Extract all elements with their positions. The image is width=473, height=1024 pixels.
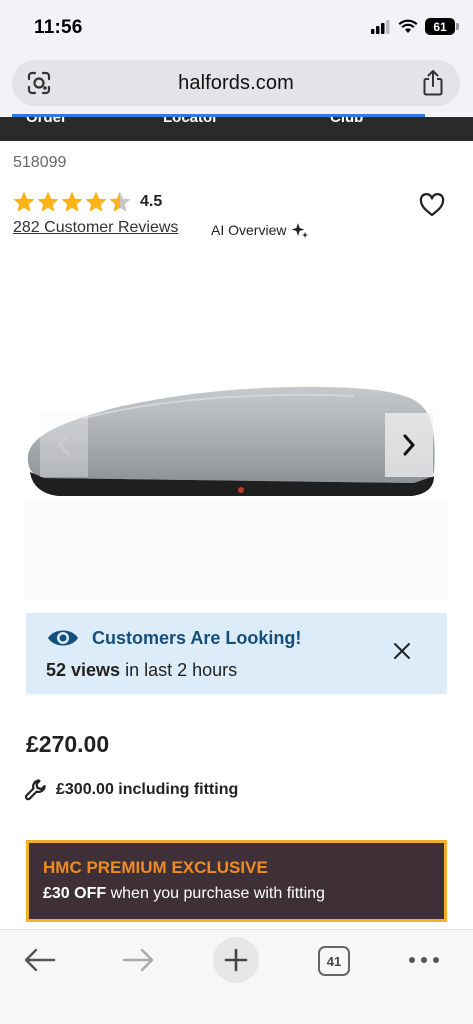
url-text[interactable]: halfords.com — [178, 72, 294, 95]
browser-toolbar: 41 — [0, 929, 473, 1024]
rating-value: 4.5 — [140, 193, 163, 210]
more-icon — [409, 957, 439, 963]
product-price: £270.00 — [26, 731, 110, 757]
promo-discount: £30 OFF — [43, 885, 107, 902]
close-icon[interactable] — [393, 642, 411, 660]
star-icon — [13, 191, 35, 212]
site-nav-item-order[interactable]: Order — [26, 117, 67, 126]
site-nav-item-locator[interactable]: Locator — [163, 117, 218, 126]
more-menu-button[interactable] — [404, 940, 444, 980]
address-bar[interactable]: halfords.com — [12, 60, 460, 106]
back-arrow-icon — [24, 948, 56, 972]
product-image[interactable] — [24, 360, 448, 600]
product-sku: 518099 — [13, 154, 67, 171]
battery-indicator: 61 — [425, 18, 459, 35]
signal-icon — [371, 19, 390, 34]
lens-icon[interactable] — [26, 71, 52, 95]
share-icon[interactable] — [422, 69, 444, 96]
status-time: 11:56 — [34, 17, 83, 38]
premium-promo-banner[interactable]: HMC PREMIUM EXCLUSIVE £30 OFF when you p… — [26, 840, 447, 922]
carousel-prev-button[interactable] — [40, 413, 88, 477]
chevron-right-icon — [403, 434, 415, 456]
star-icon — [85, 191, 107, 212]
chevron-left-icon — [58, 434, 70, 456]
plus-icon — [224, 948, 248, 972]
reviews-link[interactable]: 282 Customer Reviews — [13, 219, 178, 237]
forward-arrow-icon — [122, 948, 154, 972]
star-icon — [61, 191, 83, 212]
ai-overview-label: AI Overview — [211, 222, 287, 238]
ai-overview-button[interactable]: AI Overview — [211, 221, 310, 239]
sparkle-icon — [291, 223, 309, 238]
heart-icon[interactable] — [419, 193, 445, 217]
views-count: 52 views — [46, 660, 121, 680]
forward-button[interactable] — [118, 940, 158, 980]
tabs-button[interactable]: 41 — [318, 946, 350, 976]
promo-description: £30 OFF when you purchase with fitting — [43, 885, 325, 903]
rating-stars: 4.5 — [12, 190, 162, 214]
status-icons: 61 — [371, 18, 459, 35]
promo-title: HMC PREMIUM EXCLUSIVE — [43, 858, 268, 877]
star-icon — [37, 191, 59, 212]
fitting-price: £300.00 including fitting — [56, 781, 239, 798]
site-nav: Order Locator Club — [0, 117, 473, 141]
customers-looking-banner: Customers Are Looking! 52 views in last … — [26, 613, 447, 694]
carousel-next-button[interactable] — [385, 413, 433, 477]
back-button[interactable] — [20, 940, 60, 980]
status-bar: 11:56 61 — [0, 0, 473, 56]
fitting-price-row: £300.00 including fitting — [24, 778, 238, 802]
wrench-icon — [24, 779, 46, 801]
views-suffix: in last 2 hours — [120, 660, 238, 680]
browser-top-bar: halfords.com — [0, 56, 473, 116]
wifi-icon — [398, 19, 418, 33]
looking-views: 52 views in last 2 hours — [46, 660, 237, 681]
eye-icon — [48, 630, 78, 646]
site-nav-item-club[interactable]: Club — [330, 117, 363, 126]
half-star-icon — [109, 191, 131, 212]
promo-desc-text: when you purchase with fitting — [106, 885, 325, 902]
looking-title: Customers Are Looking! — [92, 628, 302, 648]
new-tab-button[interactable] — [213, 937, 259, 983]
